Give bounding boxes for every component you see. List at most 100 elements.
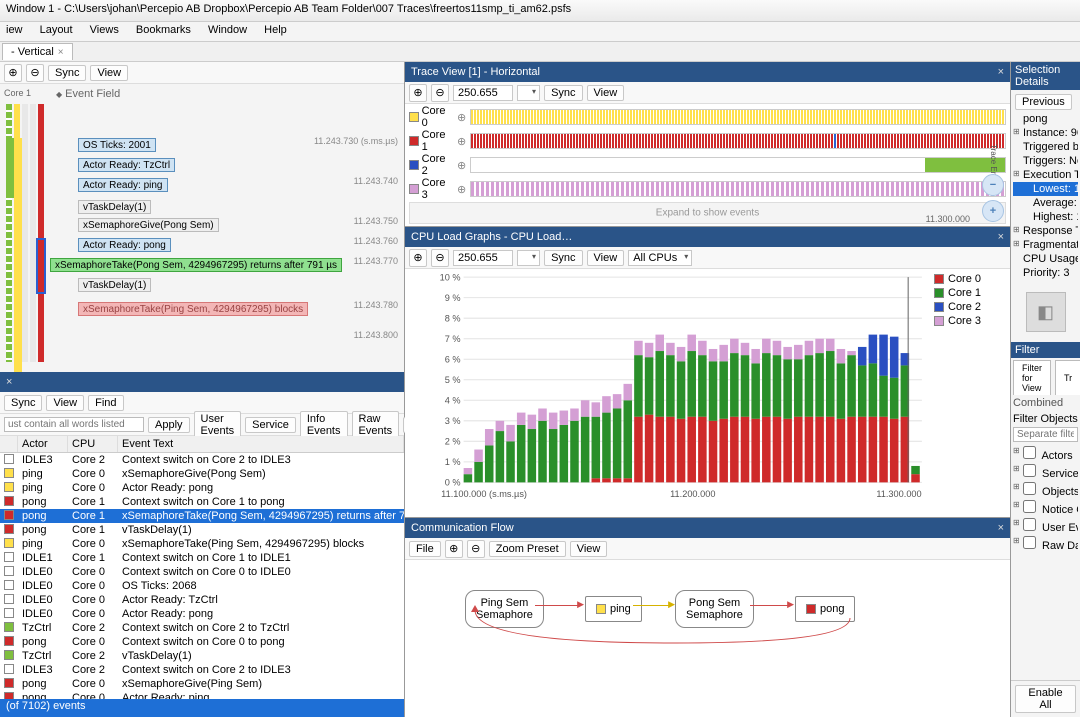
tree-item[interactable]: Execution Tim <box>1013 168 1078 182</box>
sync-button[interactable]: Sync <box>544 250 582 266</box>
table-row[interactable]: pingCore 0xSemaphoreTake(Ping Sem, 42949… <box>0 537 404 551</box>
filter-objects-input[interactable] <box>1013 427 1078 442</box>
close-icon[interactable]: × <box>998 231 1004 243</box>
close-icon[interactable]: × <box>6 376 12 388</box>
zoom-value[interactable]: 250.655 <box>453 85 513 101</box>
view-button[interactable]: View <box>587 250 625 266</box>
zoom-out-icon[interactable]: ⊖ <box>26 64 44 82</box>
zoom-fab-plus[interactable]: + <box>982 200 1004 222</box>
event-label[interactable]: vTaskDelay(1) <box>78 200 151 214</box>
previous-button[interactable]: Previous <box>1015 94 1072 110</box>
table-row[interactable]: pongCore 1vTaskDelay(1) <box>0 523 404 537</box>
event-field-picker[interactable]: ◆Event Field <box>56 88 120 100</box>
event-label[interactable]: xSemaphoreTake(Pong Sem, 4294967295) ret… <box>50 258 342 272</box>
close-icon[interactable]: × <box>998 66 1004 78</box>
view-button[interactable]: View <box>46 395 84 411</box>
zoom-out-icon[interactable]: ⊖ <box>467 540 485 558</box>
table-row[interactable]: TzCtrlCore 2Context switch on Core 2 to … <box>0 621 404 635</box>
tree-item[interactable]: Highest: 1 <box>1013 210 1078 224</box>
table-row[interactable]: pongCore 0xSemaphoreGive(Ping Sem) <box>0 677 404 691</box>
close-icon[interactable]: × <box>58 47 64 58</box>
tree-item[interactable]: Instance: 96/ <box>1013 126 1078 140</box>
tree-item[interactable]: CPU Usage: 0 <box>1013 252 1078 266</box>
view-button[interactable]: View <box>570 541 608 557</box>
filter-tree-item[interactable]: Actors <box>1013 445 1078 463</box>
sync-button[interactable]: Sync <box>48 65 86 81</box>
zoom-in-icon[interactable]: ⊕ <box>409 84 427 102</box>
filter-tree-item[interactable]: Services <box>1013 463 1078 481</box>
table-row[interactable]: IDLE0Core 0Context switch on Core 0 to I… <box>0 565 404 579</box>
menu-iew[interactable]: iew <box>6 24 23 36</box>
event-label[interactable]: OS Ticks: 2001 <box>78 138 156 152</box>
node-ping[interactable]: ping <box>585 596 642 622</box>
event-label[interactable]: vTaskDelay(1) <box>78 278 151 292</box>
zoom-in-icon[interactable]: ⊕ <box>4 64 22 82</box>
selected-segment[interactable] <box>36 238 46 294</box>
tree-item[interactable]: Priority: 3 <box>1013 266 1078 280</box>
tab-filter-for-view[interactable]: Filter for View <box>1013 360 1051 395</box>
find-button[interactable]: Find <box>88 395 123 411</box>
event-label[interactable]: xSemaphoreGive(Pong Sem) <box>78 218 219 232</box>
zoom-unit-dropdown[interactable] <box>517 85 540 101</box>
table-row[interactable]: pingCore 0xSemaphoreGive(Pong Sem) <box>0 467 404 481</box>
service-button[interactable]: Service <box>245 417 296 433</box>
sync-button[interactable]: Sync <box>4 395 42 411</box>
zoom-out-icon[interactable]: ⊖ <box>431 84 449 102</box>
tree-item[interactable]: Lowest: 1 <box>1013 182 1078 196</box>
zoom-in-icon[interactable]: ⊕ <box>409 249 427 267</box>
table-row[interactable]: pongCore 0Actor Ready: ping <box>0 691 404 699</box>
menu-layout[interactable]: Layout <box>40 24 73 36</box>
node-pong-sem[interactable]: Pong Sem Semaphore <box>675 590 754 628</box>
menu-window[interactable]: Window <box>208 24 247 36</box>
filter-input[interactable] <box>4 417 144 432</box>
zoom-value[interactable]: 250.655 <box>453 250 513 266</box>
core-row[interactable]: Core 0 ⊕ <box>409 106 1006 128</box>
core-row[interactable]: Core 2 ⊕ <box>409 154 1006 176</box>
zoom-in-icon[interactable]: ⊕ <box>445 540 463 558</box>
table-row[interactable]: TzCtrlCore 2vTaskDelay(1) <box>0 649 404 663</box>
cpu-select-dropdown[interactable]: All CPUs <box>628 250 692 266</box>
event-label[interactable]: Actor Ready: pong <box>78 238 171 252</box>
menu-help[interactable]: Help <box>264 24 287 36</box>
filter-tree-item[interactable]: User Ev <box>1013 517 1078 535</box>
core-row[interactable]: Core 1 ⊕ <box>409 130 1006 152</box>
sync-button[interactable]: Sync <box>544 85 582 101</box>
zoom-preset-button[interactable]: Zoom Preset <box>489 541 566 557</box>
menu-views[interactable]: Views <box>90 24 119 36</box>
zoom-unit-dropdown[interactable] <box>517 250 540 266</box>
traceh-canvas[interactable]: Core 0 ⊕ Core 1 ⊕ Core 2 ⊕ Core 3 ⊕ Expa… <box>405 104 1010 226</box>
table-row[interactable]: IDLE0Core 0Actor Ready: pong <box>0 607 404 621</box>
close-icon[interactable]: × <box>998 522 1004 534</box>
commflow-canvas[interactable]: Ping Sem Semaphore ping Pong Sem Semapho… <box>405 560 1010 717</box>
table-row[interactable]: IDLE0Core 0OS Ticks: 2068 <box>0 579 404 593</box>
table-row[interactable]: pingCore 0Actor Ready: pong <box>0 481 404 495</box>
filter-tree-item[interactable]: Objects <box>1013 481 1078 499</box>
event-label[interactable]: Actor Ready: TzCtrl <box>78 158 175 172</box>
tree-item[interactable]: Fragmentation <box>1013 238 1078 252</box>
table-row[interactable]: IDLE1Core 1Context switch on Core 1 to I… <box>0 551 404 565</box>
info-events-button[interactable]: Info Events <box>300 411 348 439</box>
node-ping-sem[interactable]: Ping Sem Semaphore <box>465 590 544 628</box>
raw-events-button[interactable]: Raw Events <box>352 411 400 439</box>
tree-item[interactable]: Triggers: None <box>1013 154 1078 168</box>
user-events-button[interactable]: User Events <box>194 411 242 439</box>
tree-item[interactable]: pong <box>1013 112 1078 126</box>
zoom-fab-minus[interactable]: − <box>982 174 1004 196</box>
tracev-canvas[interactable]: Core 1 ◆Event Field OS Ticks: 2001Actor … <box>0 84 404 372</box>
zoom-out-icon[interactable]: ⊖ <box>431 249 449 267</box>
filter-tree-item[interactable]: Notice G <box>1013 499 1078 517</box>
core-row[interactable]: Core 3 ⊕ <box>409 178 1006 200</box>
table-row[interactable]: pongCore 1Context switch on Core 1 to po… <box>0 495 404 509</box>
event-label[interactable]: xSemaphoreTake(Ping Sem, 4294967295) blo… <box>78 302 308 316</box>
table-row[interactable]: pongCore 1xSemaphoreTake(Pong Sem, 42949… <box>0 509 404 523</box>
tree-item[interactable]: Response Tim <box>1013 224 1078 238</box>
table-row[interactable]: IDLE0Core 0Actor Ready: TzCtrl <box>0 593 404 607</box>
tree-item[interactable]: Triggered by: <box>1013 140 1078 154</box>
tab-vertical[interactable]: - Vertical × <box>2 43 73 60</box>
view-button[interactable]: View <box>90 65 128 81</box>
filter-tree-item[interactable]: Raw Da <box>1013 535 1078 553</box>
menu-bookmarks[interactable]: Bookmarks <box>136 24 191 36</box>
tree-item[interactable]: Average: <box>1013 196 1078 210</box>
cpuload-chart[interactable]: 0 %1 %2 %3 %4 %5 %6 %7 %8 %9 %10 %11.100… <box>405 269 930 517</box>
enable-all-button[interactable]: Enable All <box>1015 685 1076 713</box>
